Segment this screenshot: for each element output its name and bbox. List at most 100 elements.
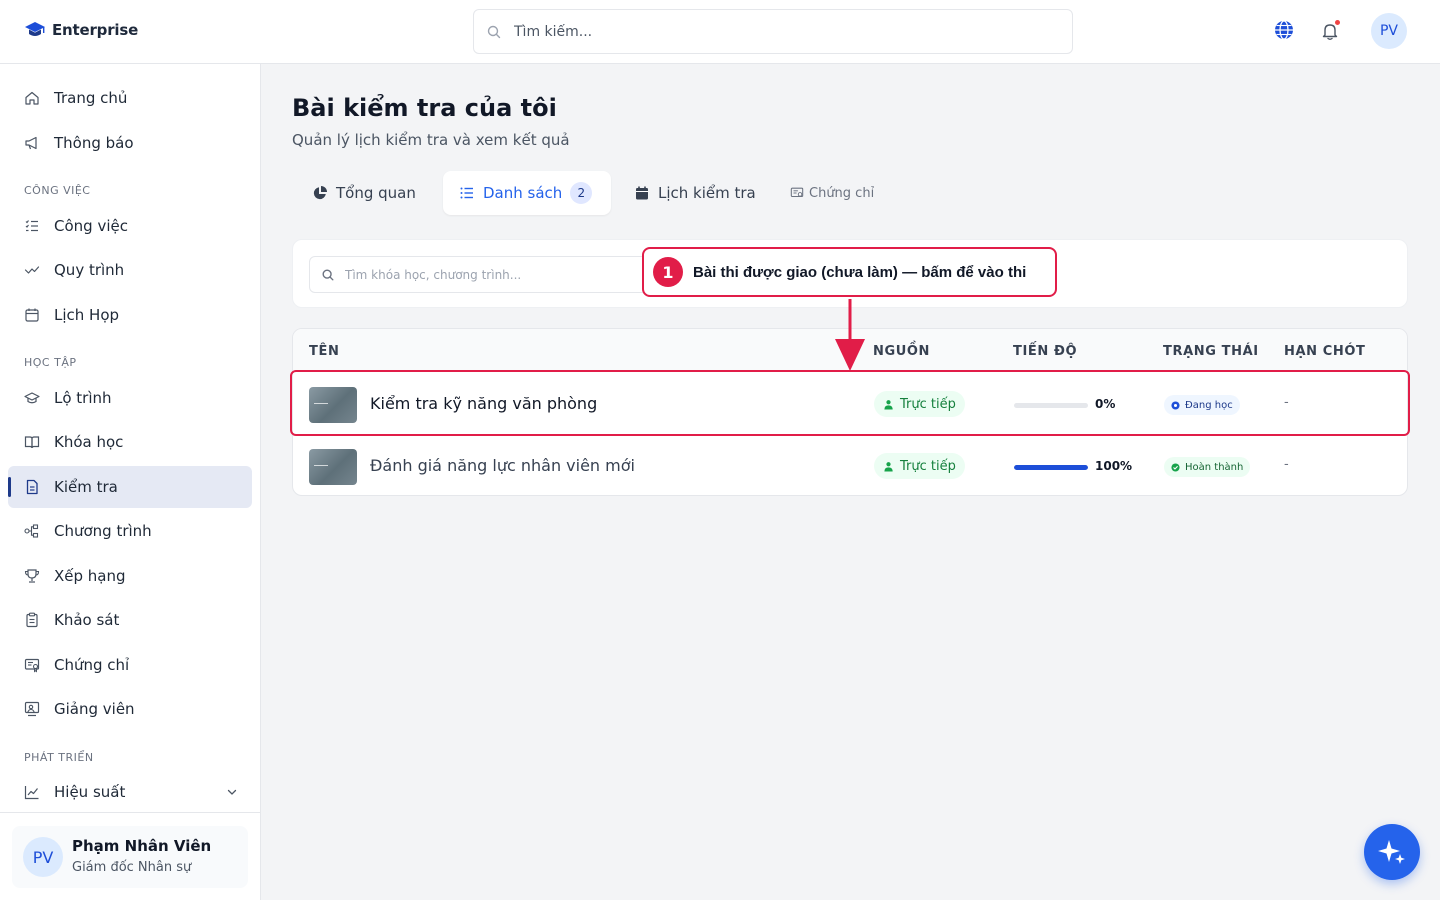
sidebar-item-workflow[interactable]: Quy trình [8,249,252,291]
sidebar-item-label: Khảo sát [54,611,120,629]
annotation-text: Bài thi được giao (chưa làm) — bấm để và… [693,263,1027,281]
page-subtitle: Quản lý lịch kiểm tra và xem kết quả [292,131,570,149]
sidebar-item-label: Công việc [54,217,128,235]
sidebar: Trang chủ Thông báo CÔNG VIỆC Công việc … [0,64,261,900]
source-badge: Trực tiếp [874,453,965,479]
sparkle-icon [1378,840,1405,864]
progress-bar [1014,465,1088,470]
brand-name: Enterprise [52,21,139,39]
sidebar-item-label: Chứng chỉ [54,656,130,674]
progress-fill [1014,465,1088,470]
column-header-name[interactable]: TÊN [309,344,339,359]
sidebar-item-label: Khóa học [54,433,124,451]
certificate-icon [790,187,804,198]
annotation-callout: 1 Bài thi được giao (chưa làm) — bấm để … [642,247,1057,297]
status-badge: Hoàn thành [1164,457,1251,477]
sidebar-item-announcements[interactable]: Thông báo [8,122,252,164]
sidebar-item-home[interactable]: Trang chủ [8,77,252,119]
tasks-icon [25,220,38,232]
sidebar-item-surveys[interactable]: Khảo sát [8,599,252,641]
tab-list[interactable]: Danh sách 2 [443,171,611,215]
notification-dot [1335,20,1340,25]
user-role: Giám đốc Nhân sự [72,860,192,875]
globe-icon[interactable] [1273,19,1295,41]
search-icon [322,268,334,281]
column-header-deadline[interactable]: HẠN CHÓT [1284,344,1366,359]
program-icon [24,524,39,538]
sidebar-item-meetings[interactable]: Lịch Họp [8,294,252,336]
workflow-icon [24,266,40,274]
section-label-growth: PHÁT TRIỂN [24,751,94,764]
instructor-icon [24,701,40,717]
tab-label: Lịch kiểm tra [658,184,756,202]
ai-assistant-button[interactable] [1364,824,1420,880]
tab-count-badge: 2 [570,182,593,204]
sidebar-item-tests[interactable]: Kiểm tra [8,466,252,508]
tab-overview[interactable]: Tổng quan [296,171,436,215]
sidebar-item-learning-path[interactable]: Lộ trình [8,377,252,419]
annotation-number: 1 [653,257,683,287]
course-search[interactable] [309,256,649,293]
course-search-input[interactable] [345,267,645,282]
certificate-icon [24,658,40,673]
sidebar-item-label: Hiệu suất [54,783,126,801]
home-icon [25,91,39,105]
tab-label: Danh sách [483,184,563,202]
megaphone-icon [25,136,37,150]
list-icon [460,187,473,199]
sidebar-item-label: Trang chủ [54,89,128,107]
sidebar-item-label: Chương trình [54,522,152,540]
tab-test-schedule[interactable]: Lịch kiểm tra [618,171,776,215]
tab-label: Chứng chỉ [809,185,875,201]
page-title: Bài kiểm tra của tôi [292,94,557,122]
tab-certificates[interactable]: Chứng chỉ [782,171,892,215]
source-label: Trực tiếp [900,458,956,474]
user-avatar: PV [23,837,63,877]
tab-label: Tổng quan [336,184,416,202]
sidebar-item-performance[interactable]: Hiệu suất [8,771,252,813]
trophy-icon [24,569,40,583]
check-circle-icon [1171,462,1180,472]
header-avatar[interactable]: PV [1371,13,1407,49]
calendar-icon [636,186,648,200]
sidebar-item-courses[interactable]: Khóa học [8,421,252,463]
sidebar-item-label: Giảng viên [54,700,135,718]
chevron-down-icon[interactable] [226,786,238,798]
document-icon [26,479,38,495]
user-icon [884,461,893,472]
column-header-source[interactable]: NGUỒN [873,344,930,359]
global-search-input[interactable] [514,23,1054,40]
graduation-cap-icon [24,392,40,404]
sidebar-item-ranking[interactable]: Xếp hạng [8,555,252,597]
top-header: Enterprise PV [0,0,1440,64]
annotation-highlight [290,370,1410,436]
column-header-progress[interactable]: TIẾN ĐỘ [1013,344,1077,359]
table-row[interactable]: Đánh giá năng lực nhân viên mới Trực tiế… [293,434,1407,495]
search-icon [487,25,501,38]
user-name: Phạm Nhân Viên [72,837,212,855]
clipboard-icon [26,612,38,628]
progress-percent: 100% [1095,459,1133,473]
annotation-arrow-icon [835,299,865,371]
sidebar-item-label: Quy trình [54,261,125,279]
sidebar-item-label: Kiểm tra [54,478,118,496]
sidebar-divider [0,812,260,813]
graduation-cap-logo-icon [25,22,45,36]
section-label-work: CÔNG VIỆC [24,184,91,197]
sidebar-item-instructors[interactable]: Giảng viên [8,688,252,730]
calendar-icon [25,308,39,322]
chart-line-icon [24,786,39,800]
status-label: Hoàn thành [1185,461,1244,473]
column-header-status[interactable]: TRẠNG THÁI [1163,344,1259,359]
test-name[interactable]: Đánh giá năng lực nhân viên mới [370,456,635,475]
global-search[interactable] [473,9,1073,54]
section-label-learning: HỌC TẬP [24,356,77,369]
sidebar-item-certificates[interactable]: Chứng chỉ [8,644,252,686]
book-icon [24,436,40,449]
sidebar-item-label: Thông báo [54,134,134,152]
sidebar-item-tasks[interactable]: Công việc [8,205,252,247]
user-profile-card[interactable]: PV Phạm Nhân Viên Giám đốc Nhân sự [12,826,248,888]
sidebar-item-programs[interactable]: Chương trình [8,510,252,552]
sidebar-item-label: Lịch Họp [54,306,120,324]
brand-logo[interactable]: Enterprise [24,20,138,40]
